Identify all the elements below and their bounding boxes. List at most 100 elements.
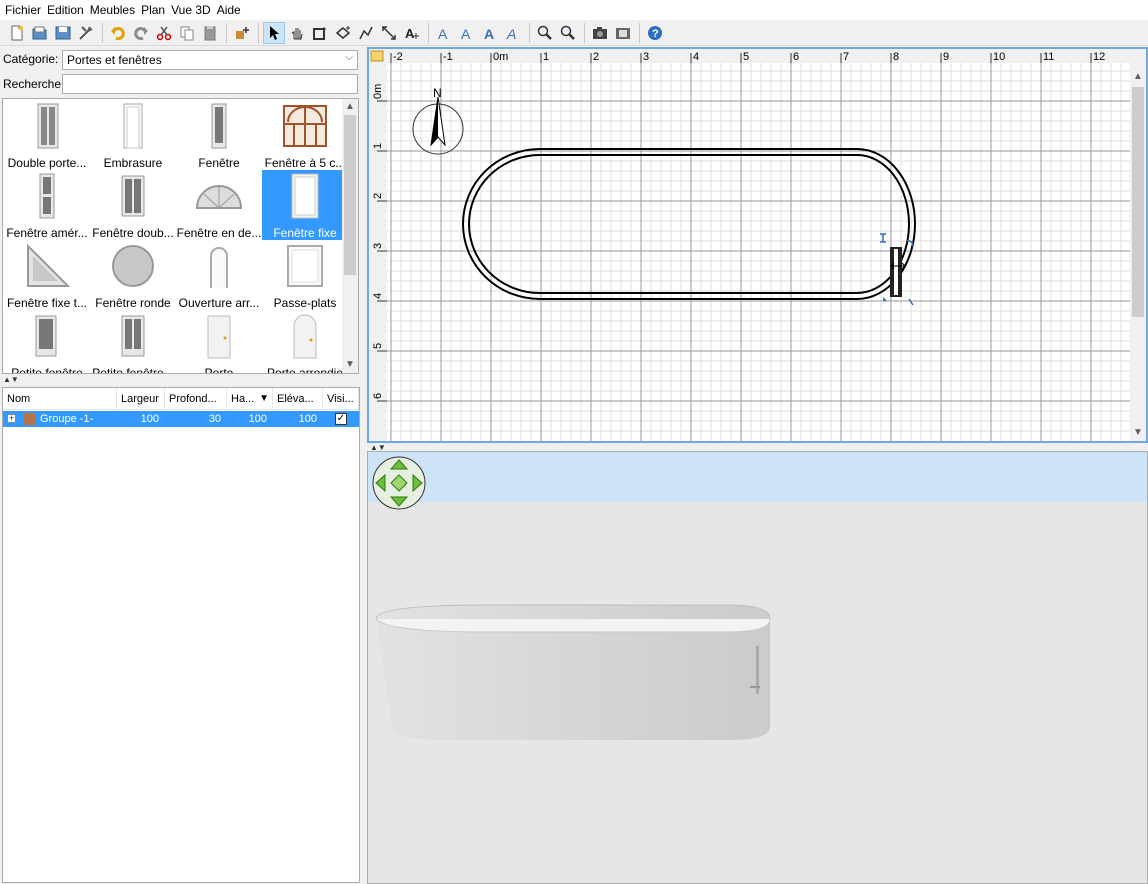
- catalog-item[interactable]: Fenêtre en de...: [176, 170, 262, 240]
- svg-text:A: A: [506, 26, 516, 41]
- x-ruler-label: 2: [593, 51, 599, 63]
- x-ruler-label: 1: [543, 51, 549, 63]
- x-ruler-label: 9: [943, 51, 949, 63]
- svg-text:A: A: [484, 26, 494, 41]
- svg-text:A: A: [438, 26, 448, 41]
- catalog-item[interactable]: Porte arrondie: [262, 310, 348, 373]
- menu-aide[interactable]: Aide: [214, 0, 244, 20]
- arched-opening-icon: [210, 247, 228, 288]
- visible-checkbox[interactable]: ✓: [335, 413, 347, 425]
- svg-text:A: A: [461, 26, 471, 41]
- application-window: Fichier Edition Meubles Plan Vue 3D Aide: [0, 0, 1148, 884]
- create-walls-icon[interactable]: [309, 22, 331, 44]
- catalog-item[interactable]: Fenêtre: [176, 100, 262, 170]
- sort-descending-icon: ▼: [259, 393, 269, 404]
- create-polylines-icon[interactable]: [355, 22, 377, 44]
- menu-meubles[interactable]: Meubles: [87, 0, 138, 20]
- column-header-width[interactable]: Largeur: [117, 388, 165, 410]
- plan-vertical-scrollbar[interactable]: ▲ ▼: [1130, 49, 1146, 441]
- toolbar-separator: [428, 22, 429, 43]
- american-window-icon: [39, 173, 55, 219]
- menu-plan[interactable]: Plan: [138, 0, 168, 20]
- 3d-view[interactable]: [367, 451, 1148, 884]
- x-ruler-label: 0m: [493, 51, 508, 63]
- video-icon[interactable]: [612, 22, 634, 44]
- catalog-item[interactable]: Passe-plats: [262, 240, 348, 310]
- catalog-item[interactable]: Petite fenêtre...: [90, 310, 176, 373]
- catalog-item-label: Fenêtre doub...: [92, 226, 174, 240]
- x-ruler-label: 12: [1093, 51, 1105, 63]
- catalog-item[interactable]: Ouverture arr...: [176, 240, 262, 310]
- select-icon[interactable]: [263, 21, 285, 44]
- copy-icon[interactable]: [176, 22, 198, 44]
- scroll-down-icon[interactable]: ▼: [1133, 427, 1143, 438]
- compass-north-label: N: [433, 86, 442, 100]
- catalog-item[interactable]: Embrasure: [90, 100, 176, 170]
- pan-icon[interactable]: [286, 22, 308, 44]
- paste-icon[interactable]: [199, 22, 221, 44]
- scroll-down-icon[interactable]: ▼: [345, 359, 355, 370]
- level-lock-icon[interactable]: [370, 50, 384, 62]
- plan-canvas[interactable]: -2 -1 0m 1 2 3 4 5 6 7 8 9 10 11 12 0m123456 N: [369, 49, 1130, 441]
- scroll-up-icon[interactable]: ▲: [345, 101, 355, 112]
- add-furniture-icon[interactable]: [231, 22, 253, 44]
- catalog-item[interactable]: Fenêtre ronde: [90, 240, 176, 310]
- navigation-arrows-icon[interactable]: [372, 456, 426, 510]
- menu-vue3d[interactable]: Vue 3D: [168, 0, 214, 20]
- table-row[interactable]: + Groupe -1- 100 30 100 100 ✓: [3, 411, 359, 427]
- catalog-item[interactable]: Porte: [176, 310, 262, 373]
- catalog-item[interactable]: Fenêtre fixe t...: [4, 240, 90, 310]
- help-icon[interactable]: ?: [644, 22, 666, 44]
- catalog-item[interactable]: Fenêtre amér...: [4, 170, 90, 240]
- redo-icon[interactable]: [130, 22, 152, 44]
- catalog-scrollbar[interactable]: ▲ ▼: [342, 99, 358, 373]
- add-text-icon[interactable]: A: [401, 22, 423, 44]
- plan-view[interactable]: -2 -1 0m 1 2 3 4 5 6 7 8 9 10 11 12 0m 1 2 3 4 5 6 N: [367, 47, 1148, 443]
- column-header-name[interactable]: Nom: [3, 388, 117, 410]
- column-header-height[interactable]: Ha... ▼: [227, 388, 273, 410]
- catalog-item-label: Petite fenêtre: [11, 366, 83, 374]
- catalog-item-label: Fenêtre ronde: [95, 296, 171, 310]
- toolbar-separator: [258, 22, 259, 43]
- column-header-visible[interactable]: Visi...: [323, 388, 359, 410]
- search-label: Recherche:: [3, 77, 65, 91]
- 3d-canvas[interactable]: [368, 452, 1147, 883]
- new-icon[interactable]: [6, 22, 28, 44]
- catalog-item[interactable]: Fenêtre doub...: [90, 170, 176, 240]
- text-style-icon[interactable]: A: [479, 22, 501, 44]
- furniture-table: Nom Largeur Profond... Ha... ▼ Eléva... …: [2, 387, 360, 883]
- photo-icon[interactable]: [589, 22, 611, 44]
- cell-elevation: 100: [298, 413, 317, 425]
- save-icon[interactable]: [52, 22, 74, 44]
- catalog-item[interactable]: Double porte...: [4, 100, 90, 170]
- category-select[interactable]: Portes et fenêtres ⌵: [62, 50, 358, 70]
- search-input[interactable]: [62, 74, 358, 94]
- open-icon[interactable]: [29, 22, 51, 44]
- menu-fichier[interactable]: Fichier: [2, 0, 44, 20]
- scrollbar-thumb[interactable]: [1132, 87, 1144, 317]
- scroll-up-icon[interactable]: ▲: [1133, 71, 1143, 82]
- menu-edition[interactable]: Edition: [44, 0, 87, 20]
- catalog-item[interactable]: Fenêtre à 5 c...: [262, 100, 348, 170]
- text-style-icon[interactable]: A: [456, 22, 478, 44]
- small-double-window-icon: [121, 315, 145, 357]
- 3d-room-model[interactable]: [375, 604, 771, 740]
- undo-icon[interactable]: [107, 22, 129, 44]
- expand-icon[interactable]: +: [7, 414, 16, 423]
- column-header-elevation[interactable]: Eléva...: [273, 388, 323, 410]
- zoom-in-icon[interactable]: [534, 22, 556, 44]
- cut-icon[interactable]: [153, 22, 175, 44]
- toolbar-separator: [226, 22, 227, 43]
- text-style-icon[interactable]: A: [502, 22, 524, 44]
- preferences-icon[interactable]: [75, 22, 97, 44]
- splitter-arrows-icon[interactable]: ▲▼: [3, 375, 19, 384]
- create-rooms-icon[interactable]: [332, 22, 354, 44]
- catalog-item-selected[interactable]: Fenêtre fixe: [262, 170, 348, 240]
- scrollbar-thumb[interactable]: [344, 115, 356, 275]
- create-dimensions-icon[interactable]: [378, 22, 400, 44]
- catalog-item[interactable]: Petite fenêtre: [4, 310, 90, 374]
- zoom-out-icon[interactable]: [557, 22, 579, 44]
- x-ruler-label: 10: [993, 51, 1005, 63]
- text-style-icon[interactable]: A: [433, 22, 455, 44]
- column-header-depth[interactable]: Profond...: [165, 388, 227, 410]
